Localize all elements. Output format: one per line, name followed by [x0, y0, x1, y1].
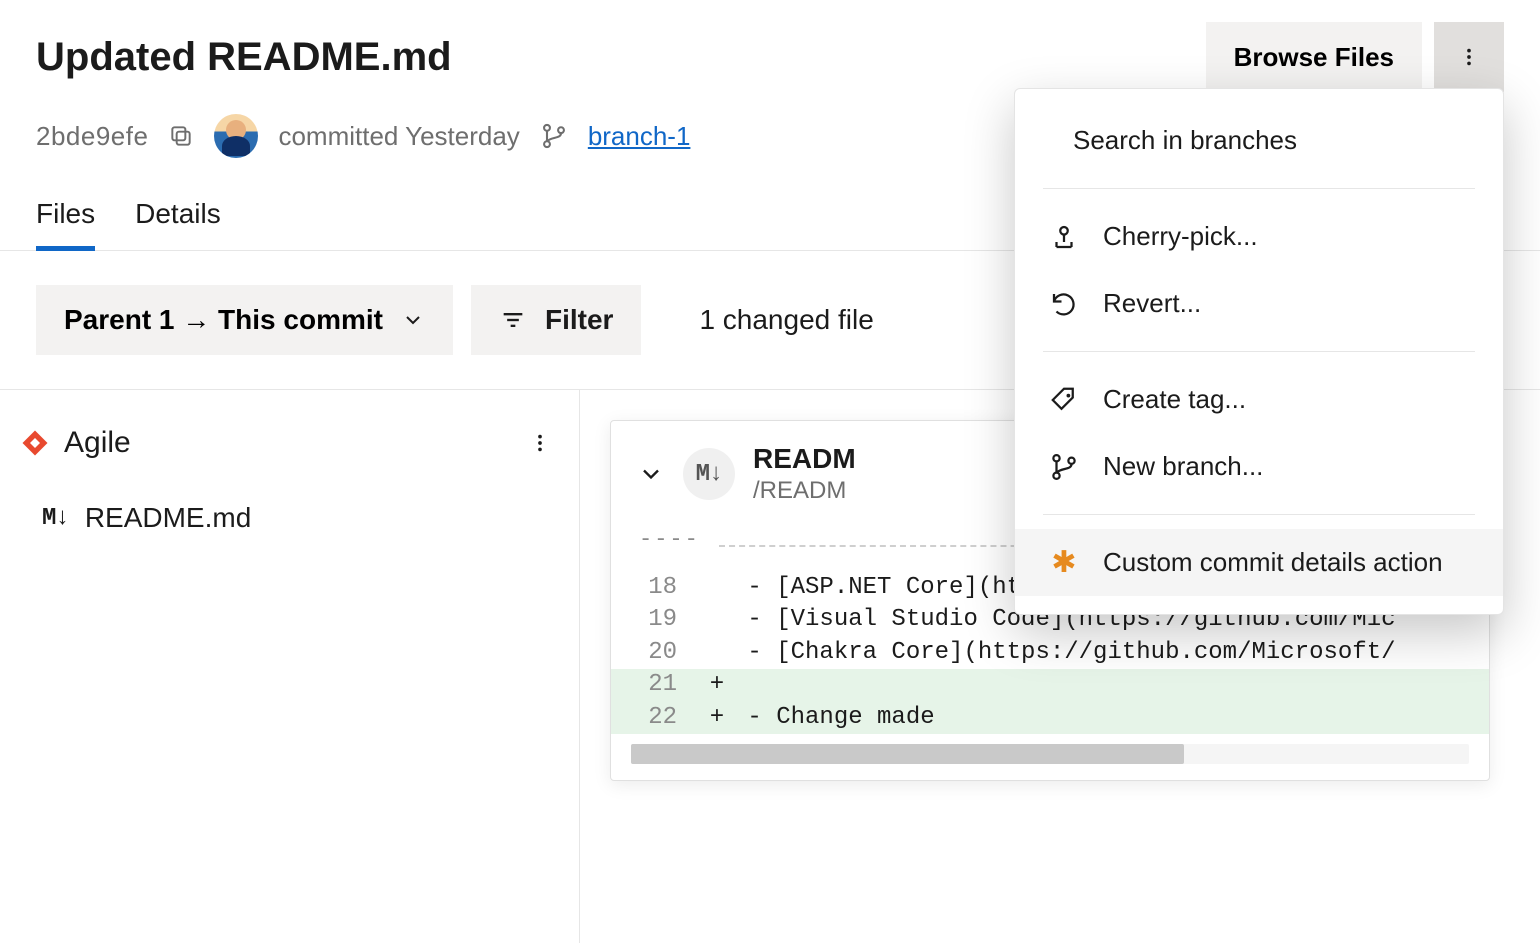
chevron-down-icon: [401, 308, 425, 332]
menu-cherry-pick-label: Cherry-pick...: [1103, 221, 1258, 252]
file-name-label: README.md: [85, 502, 251, 534]
file-tree-item[interactable]: M↓ README.md: [20, 480, 559, 534]
markdown-icon: M↓: [42, 505, 69, 532]
repo-icon: [20, 428, 50, 458]
kebab-icon[interactable]: [529, 432, 551, 454]
menu-new-branch[interactable]: New branch...: [1015, 433, 1503, 500]
page-title: Updated README.md: [36, 35, 452, 80]
tab-files[interactable]: Files: [36, 190, 95, 250]
diff-scope-dropdown[interactable]: Parent 1 → This commit: [36, 285, 453, 355]
menu-new-branch-label: New branch...: [1103, 451, 1263, 482]
branch-icon: [1049, 452, 1079, 482]
browse-files-button[interactable]: Browse Files: [1206, 22, 1422, 92]
file-tree-sidebar: Agile M↓ README.md: [0, 390, 580, 943]
menu-create-tag-label: Create tag...: [1103, 384, 1246, 415]
scrollbar-thumb[interactable]: [631, 744, 1184, 764]
diff-scope-label: Parent 1 → This commit: [64, 304, 383, 336]
copy-icon[interactable]: [168, 123, 194, 149]
committed-label: committed Yesterday: [278, 121, 519, 152]
cherry-pick-icon: [1049, 222, 1079, 252]
chevron-down-icon[interactable]: [637, 460, 665, 488]
diff-file-name: READM: [753, 443, 856, 475]
menu-custom-action[interactable]: ✱ Custom commit details action: [1015, 529, 1503, 596]
menu-separator: [1043, 188, 1475, 189]
menu-revert[interactable]: Revert...: [1015, 270, 1503, 337]
menu-separator: [1043, 514, 1475, 515]
repo-name-label: Agile: [64, 426, 131, 460]
branch-icon: [540, 122, 568, 150]
menu-separator: [1043, 351, 1475, 352]
kebab-icon: [1458, 46, 1480, 68]
menu-custom-action-label: Custom commit details action: [1103, 547, 1443, 578]
menu-cherry-pick[interactable]: Cherry-pick...: [1015, 203, 1503, 270]
diff-line: 20 - [Chakra Core](https://github.com/Mi…: [611, 637, 1489, 669]
diff-line: 22+ - Change made: [611, 702, 1489, 734]
diff-line: 21+: [611, 669, 1489, 701]
filter-button[interactable]: Filter: [471, 285, 641, 355]
changed-files-summary: 1 changed file: [699, 304, 873, 336]
star-icon: ✱: [1049, 548, 1079, 578]
menu-revert-label: Revert...: [1103, 288, 1201, 319]
filter-icon: [499, 306, 527, 334]
tag-icon: [1049, 385, 1079, 415]
repo-root[interactable]: Agile: [20, 426, 131, 460]
menu-search-branches[interactable]: Search in branches: [1015, 107, 1503, 174]
commit-header: Updated README.md Browse Files 2bde9efe …: [0, 0, 1540, 158]
diff-file-path: /READM: [753, 477, 856, 505]
commit-hash: 2bde9efe: [36, 121, 148, 152]
avatar[interactable]: [214, 114, 258, 158]
actions-menu: Search in branches Cherry-pick... Revert…: [1014, 88, 1504, 615]
horizontal-scrollbar[interactable]: [631, 744, 1469, 764]
more-actions-button[interactable]: [1434, 22, 1504, 92]
filter-label: Filter: [545, 304, 613, 336]
file-type-badge: M↓: [683, 448, 735, 500]
revert-icon: [1049, 289, 1079, 319]
tab-details[interactable]: Details: [135, 190, 221, 250]
menu-create-tag[interactable]: Create tag...: [1015, 366, 1503, 433]
branch-link[interactable]: branch-1: [588, 121, 691, 152]
